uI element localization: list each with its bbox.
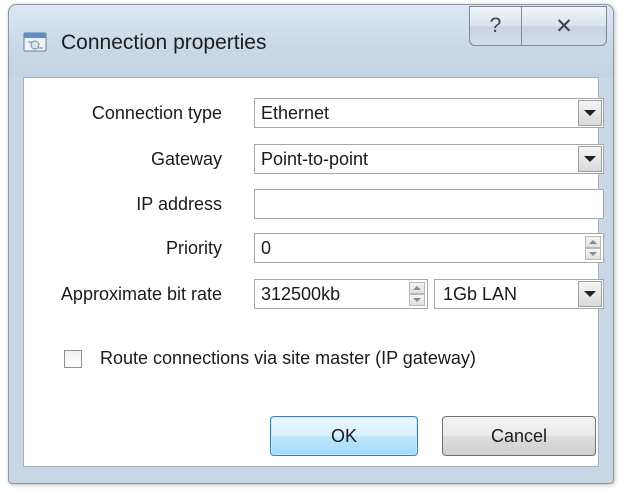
- chevron-down-icon[interactable]: [578, 146, 602, 172]
- help-icon: ?: [489, 14, 502, 37]
- title-bar[interactable]: Connection properties ? ✕: [9, 5, 613, 77]
- connection-type-dropdown[interactable]: Ethernet: [254, 98, 604, 128]
- chevron-down-icon[interactable]: [578, 100, 602, 126]
- connection-type-value: Ethernet: [261, 103, 330, 123]
- connection-type-label: Connection type: [91, 103, 222, 123]
- chevron-down-icon[interactable]: [578, 281, 602, 307]
- ip-address-label: IP address: [136, 194, 222, 214]
- dialog-title: Connection properties: [61, 31, 267, 54]
- increment-button[interactable]: [585, 236, 601, 248]
- gateway-value: Point-to-point: [261, 149, 369, 169]
- gateway-label: Gateway: [150, 149, 222, 169]
- ok-button-label: OK: [330, 425, 357, 446]
- bit-rate-preset-dropdown[interactable]: 1Gb LAN: [434, 279, 604, 309]
- close-button[interactable]: ✕: [521, 6, 607, 46]
- priority-value: 0: [261, 238, 272, 258]
- decrement-button[interactable]: [409, 294, 425, 306]
- route-via-site-master-label[interactable]: Route connections via site master (IP ga…: [100, 348, 476, 369]
- network-properties-icon: [23, 32, 47, 52]
- gateway-dropdown[interactable]: Point-to-point: [254, 144, 604, 174]
- spinner-arrows-icon[interactable]: [409, 282, 425, 306]
- close-icon: ✕: [555, 14, 573, 38]
- decrement-button[interactable]: [585, 248, 601, 260]
- cancel-button[interactable]: Cancel: [442, 416, 596, 456]
- increment-button[interactable]: [409, 282, 425, 294]
- route-via-site-master-checkbox[interactable]: [64, 350, 82, 368]
- spinner-arrows-icon[interactable]: [585, 236, 601, 260]
- ok-button[interactable]: OK: [270, 416, 418, 456]
- ip-address-input[interactable]: [254, 189, 604, 219]
- priority-input[interactable]: 0: [254, 233, 604, 263]
- bit-rate-input[interactable]: 312500kb: [254, 279, 428, 309]
- bit-rate-label: Approximate bit rate: [60, 284, 222, 304]
- dialog-content: Connection type Ethernet Gateway Point-t…: [23, 77, 604, 467]
- priority-label: Priority: [165, 238, 222, 258]
- bit-rate-value: 312500kb: [261, 284, 341, 304]
- bit-rate-preset-value: 1Gb LAN: [443, 284, 518, 304]
- connection-properties-dialog: Connection properties ? ✕ Connection typ…: [8, 4, 614, 484]
- cancel-button-label: Cancel: [490, 425, 548, 446]
- help-button[interactable]: ?: [469, 6, 521, 46]
